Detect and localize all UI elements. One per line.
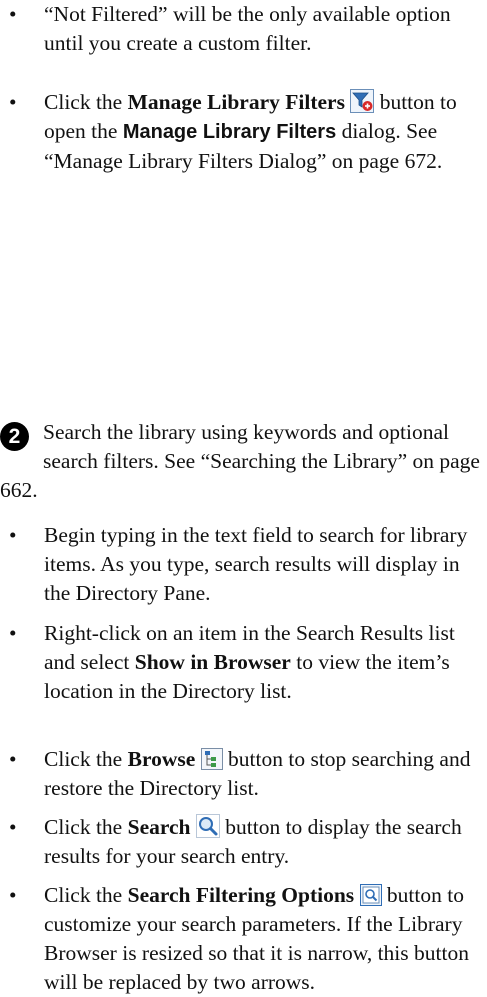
document-page: • “Not Filtered” will be the only availa… [0, 0, 487, 994]
bullet-search-filtering: • Click the Search Filtering Options but… [0, 881, 487, 997]
manage-filters-dialog-name: Manage Library Filters [122, 121, 337, 143]
step-2: 2 Search the library using keywords and … [0, 416, 487, 505]
bullet-browse: • Click the Browse button to stop search… [0, 745, 487, 803]
bullet-dot: • [9, 747, 17, 771]
browse-text: Click the Browse button to stop searchin… [44, 747, 471, 800]
bullet-dot: • [9, 621, 17, 645]
search-options-icon [359, 884, 382, 906]
bullet-dot: • [9, 90, 17, 114]
bullet-dot: • [9, 883, 17, 907]
funnel-plus-icon [350, 89, 375, 113]
browse-tree-icon [200, 748, 223, 770]
manage-filters-text: Click the Manage Library Filters button … [44, 89, 457, 173]
search-button-name: Search [127, 815, 191, 839]
bullet-right-click: • Right-click on an item in the Search R… [0, 619, 487, 706]
not-filtered-text: “Not Filtered” will be the only availabl… [44, 2, 451, 55]
manage-filters-button-name: Manage Library Filters [127, 90, 345, 114]
bullet-dot: • [9, 815, 17, 839]
bullet-not-filtered: • “Not Filtered” will be the only availa… [0, 0, 487, 58]
begin-typing-text: Begin typing in the text field to search… [44, 523, 468, 605]
step-number-badge: 2 [0, 422, 29, 451]
right-click-text: Right-click on an item in the Search Res… [44, 621, 455, 703]
search-filtering-text: Click the Search Filtering Options butto… [44, 883, 469, 994]
search-text: Click the Search button to display the s… [44, 814, 462, 868]
step-2-text: Search the library using keywords and op… [0, 420, 480, 502]
browse-button-name: Browse [127, 747, 196, 771]
show-in-browser-label: Show in Browser [134, 650, 291, 674]
bullet-begin-typing: • Begin typing in the text field to sear… [0, 521, 487, 608]
bullet-dot: • [9, 523, 17, 547]
search-filtering-button-name: Search Filtering Options [127, 883, 355, 907]
bullet-manage-filters: • Click the Manage Library Filters butto… [0, 88, 487, 176]
bullet-search: • Click the Search button to display the… [0, 813, 487, 871]
bullet-dot: • [9, 2, 17, 26]
magnifier-icon [195, 814, 220, 838]
